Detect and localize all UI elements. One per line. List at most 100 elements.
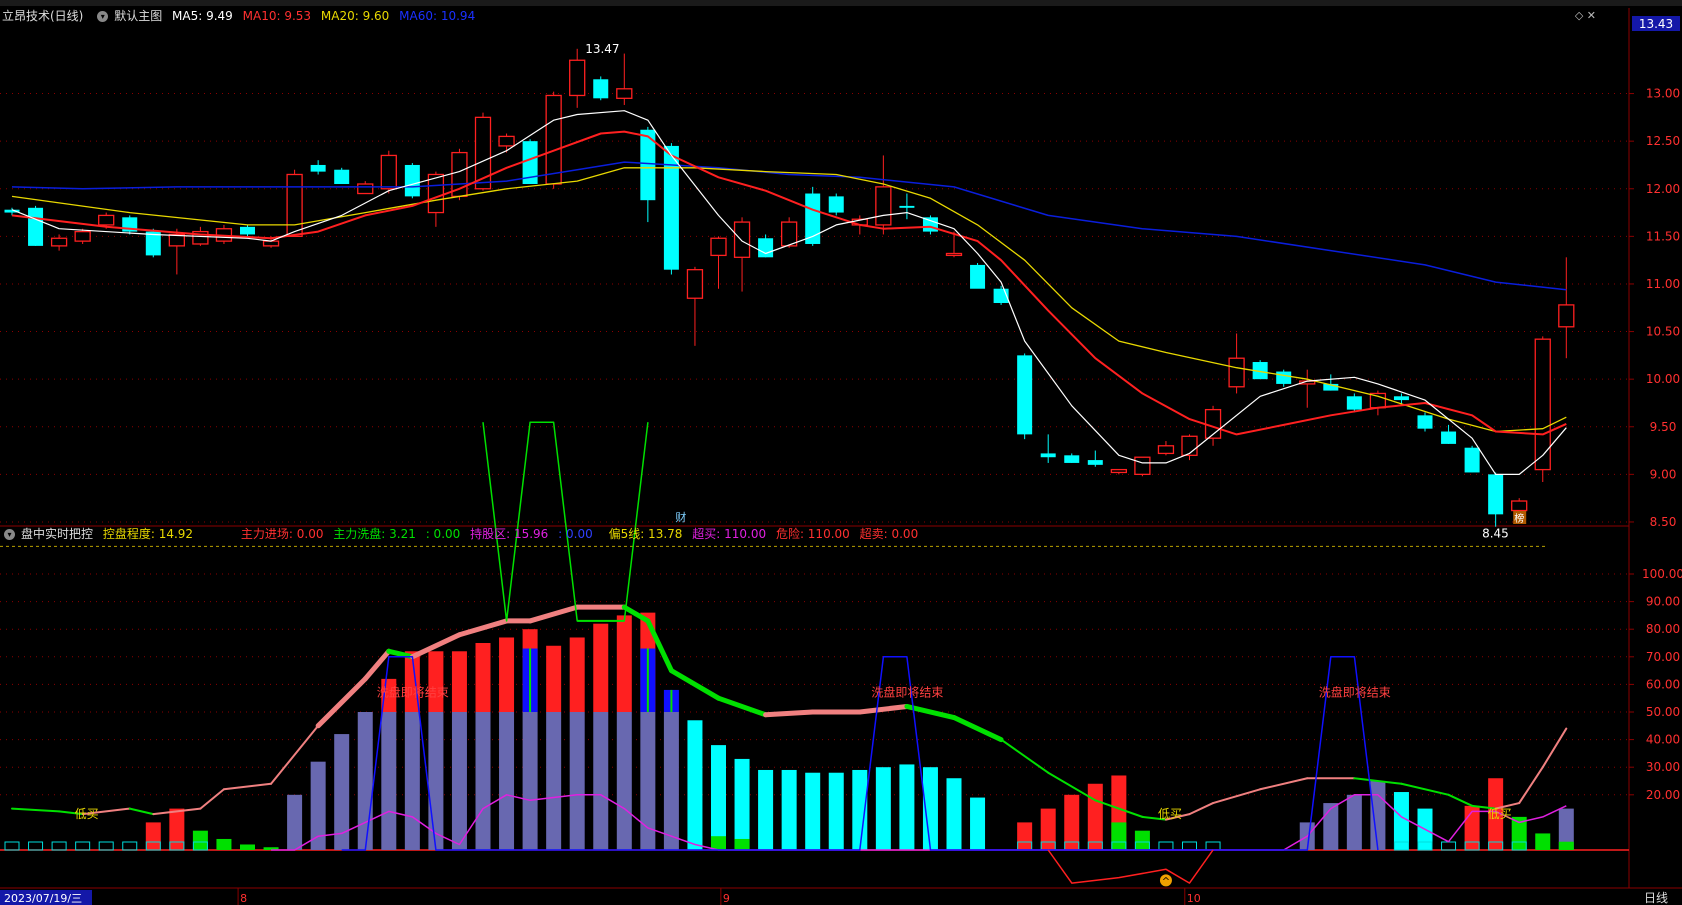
close-panel-icon[interactable]: ✕ [1587, 9, 1596, 22]
rank-marker: 榜 [1514, 512, 1524, 525]
ind-axis-label: 90.00 [1646, 595, 1680, 609]
candle-down [899, 205, 915, 208]
ind-axis-label: 40.00 [1646, 733, 1680, 747]
red-bar [1087, 783, 1103, 850]
green-spike-line [482, 421, 649, 622]
template-name[interactable]: 默认主图 [114, 9, 162, 23]
candle-down [404, 164, 420, 197]
month-label: 10 [1187, 892, 1201, 905]
period-label: 日线 [1644, 891, 1668, 905]
red-bar [546, 645, 562, 712]
red-bar [616, 615, 632, 712]
control-line-segment [362, 648, 392, 682]
candle-down [28, 207, 44, 246]
control-line-segment [857, 703, 910, 715]
control-line-segment [1541, 727, 1568, 769]
price-axis-label: 9.50 [1650, 420, 1677, 434]
price-axis-label: 8.50 [1650, 515, 1677, 529]
cmai-label: 超卖: 0.00 [859, 527, 919, 541]
green-bar [1558, 841, 1574, 850]
candle-up [1134, 456, 1151, 476]
control-line-segment [1188, 802, 1215, 816]
candle-up [686, 269, 704, 299]
baseline-box [51, 841, 67, 851]
low-buy-label: 低买 [1158, 807, 1182, 821]
candle-up [357, 183, 374, 195]
ma5-line [11, 110, 1567, 475]
lavender-bar [1370, 781, 1386, 850]
zlxp-label: 主力洗盘: 3.21 [333, 527, 416, 541]
candle-up [545, 94, 562, 185]
cgq2-label: : 0.00 [558, 527, 593, 541]
min-price-label: 8.45 [1482, 526, 1509, 540]
price-axis-label: 12.00 [1646, 182, 1680, 196]
cyan-bar [687, 720, 703, 850]
template-toggle-icon[interactable]: ▾ [97, 11, 109, 22]
candle-down [1346, 396, 1362, 410]
indicator-header: ▾ 盘中实时把控 控盘程度: 14.92 主力进场: 0.00 主力洗盘: 3.2… [0, 526, 924, 542]
lavender-bar [287, 794, 303, 850]
baseline-box [98, 841, 114, 851]
candle-up [498, 135, 515, 147]
low-buy-label: 低买 [75, 807, 99, 821]
stock-title[interactable]: 立昂技术(日线) [2, 9, 83, 23]
control-line-segment [1518, 766, 1544, 805]
control-line-segment [199, 788, 225, 810]
lavender-bar [451, 712, 467, 850]
red-bar [428, 651, 444, 712]
candle-down [1276, 371, 1292, 384]
candle-down [240, 226, 255, 235]
low-buy-label: 低买 [1488, 807, 1512, 821]
green-bar [240, 844, 255, 850]
ind-axis-label: 100.00 [1642, 567, 1682, 581]
ind-axis-label: 80.00 [1646, 622, 1680, 636]
month-label: 9 [723, 892, 730, 905]
lavender-bar [663, 712, 679, 850]
price-axis-label: 9.00 [1650, 467, 1677, 481]
arrow-up-glyph: ^ [1162, 876, 1170, 887]
candle-up [945, 252, 963, 257]
candle-down [1393, 396, 1409, 401]
diamond-icon[interactable]: ◇ [1575, 9, 1583, 22]
candle-up [1511, 500, 1528, 512]
cyan-bar [1393, 792, 1409, 850]
price-axis-label: 13.00 [1646, 87, 1680, 101]
red-bar [1040, 808, 1056, 850]
chart-canvas: 8.50 9.00 9.50 10.00 10.50 11.00 11.50 12.00 12.… [0, 8, 1682, 905]
indicator-toggle-icon[interactable]: ▾ [4, 529, 15, 540]
lavender-bar [1346, 794, 1362, 850]
control-line-segment [716, 695, 769, 718]
control-line-segment [1000, 738, 1050, 774]
ind-axis-label: 60.00 [1646, 677, 1680, 691]
cyan-bar [711, 745, 726, 850]
ma10-label: MA10: 9.53 [242, 9, 312, 23]
lavender-bar [569, 712, 585, 850]
lavender-bar [499, 712, 515, 850]
control-line-segment [11, 807, 61, 813]
green-bar [1111, 822, 1127, 850]
cyan-bar [781, 769, 797, 850]
price-axis-label: 11.50 [1646, 229, 1680, 243]
indicator-title[interactable]: 盘中实时把控 [21, 527, 93, 541]
candle-up [98, 214, 115, 226]
price-axis-label: 10.50 [1646, 325, 1680, 339]
candle-down [1064, 455, 1080, 463]
control-line-segment [1212, 788, 1262, 805]
candle-up [74, 230, 91, 242]
cyan-bar [828, 772, 844, 850]
control-line-segment [222, 782, 273, 791]
wash-end-label: 洗盘即将结束 [871, 685, 943, 700]
green-bar [1134, 830, 1150, 850]
kp-label: 控盘程度: 14.92 [102, 527, 194, 541]
candle-up [262, 240, 280, 247]
lavender-bar [522, 712, 538, 850]
candle-up [1228, 357, 1245, 388]
window-controls: ◇ ✕ [1575, 9, 1596, 22]
main-chart-header: 立昂技术(日线) ▾ 默认主图 MA5: 9.49 MA10: 9.53 MA20… [0, 8, 481, 24]
wash-end-label: 洗盘即将结束 [377, 685, 449, 700]
red-bar [1017, 822, 1033, 850]
p5-label: 偏5线: 13.78 [608, 527, 683, 541]
control-line-segment [128, 807, 155, 816]
red-bar [593, 623, 609, 712]
baseline-box [4, 841, 20, 851]
